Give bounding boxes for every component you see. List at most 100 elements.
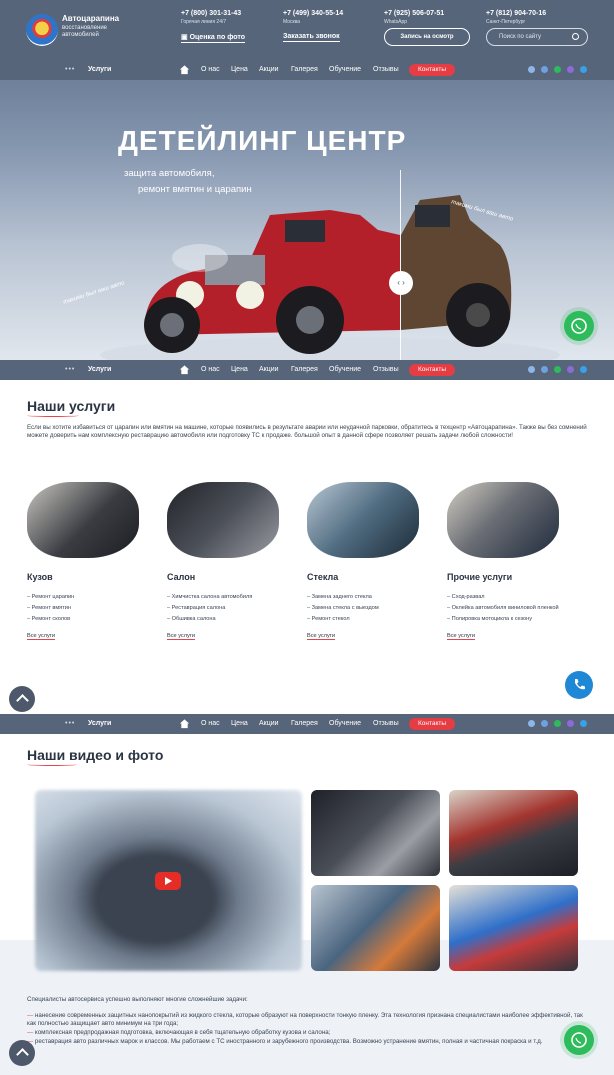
bottom-lead-text: Специалисты автосервиса успешно выполняю… — [27, 996, 248, 1003]
gallery-photo[interactable] — [311, 885, 440, 971]
all-services-link[interactable]: Все услуги — [167, 633, 195, 640]
sticky-nav: ••• Услуги О нас Цена Акции Галерея Обуч… — [0, 714, 614, 734]
nav-promos[interactable]: Акции — [259, 66, 279, 73]
viber-icon[interactable] — [567, 66, 574, 73]
telegram-icon[interactable] — [528, 366, 535, 373]
all-services-link[interactable]: Все услуги — [27, 633, 55, 640]
nav-reviews[interactable]: Отзывы — [373, 366, 399, 373]
telegram-icon[interactable] — [580, 66, 587, 73]
nav-contacts-button[interactable]: Контакты — [409, 718, 455, 730]
phone-moscow[interactable]: +7 (499) 340-55-14 Москва — [283, 10, 343, 25]
vk-icon[interactable] — [541, 720, 548, 727]
appointment-button[interactable]: Запись на осмотр — [384, 28, 470, 46]
nav-gallery[interactable]: Галерея — [291, 66, 318, 73]
service-link[interactable]: Ремонт вмятин — [27, 603, 74, 614]
service-title-salon[interactable]: Салон — [167, 572, 195, 582]
nav-contacts-button[interactable]: Контакты — [409, 64, 455, 76]
phone-number[interactable]: +7 (800) 301-31-43 — [181, 10, 241, 17]
logo-icon[interactable] — [26, 14, 58, 46]
home-icon[interactable] — [179, 718, 190, 729]
nav-contacts-button[interactable]: Контакты — [409, 364, 455, 376]
nav-services[interactable]: Услуги — [88, 720, 111, 727]
vk-icon[interactable] — [541, 66, 548, 73]
compare-slider-handle[interactable]: ‹ › — [389, 271, 413, 295]
phone-whatsapp[interactable]: +7 (925) 506-07-51 WhatsApp — [384, 10, 444, 25]
phone-number[interactable]: +7 (499) 340-55-14 — [283, 10, 343, 17]
nav-reviews[interactable]: Отзывы — [373, 66, 399, 73]
call-float-button[interactable] — [565, 671, 593, 699]
nav-training[interactable]: Обучение — [329, 66, 361, 73]
service-link[interactable]: Сход-развал — [447, 592, 559, 603]
whatsapp-icon[interactable] — [554, 366, 561, 373]
nav-services[interactable]: Услуги — [88, 66, 111, 73]
all-services-link[interactable]: Все услуги — [307, 633, 335, 640]
gallery-photo[interactable] — [311, 790, 440, 876]
scroll-up-button[interactable] — [9, 686, 35, 712]
home-icon[interactable] — [179, 364, 190, 375]
service-title-other[interactable]: Прочие услуги — [447, 572, 512, 582]
search-icon[interactable] — [572, 33, 579, 40]
telegram-icon[interactable] — [528, 720, 535, 727]
service-link[interactable]: Ремонт сколов — [27, 614, 74, 625]
photo-estimate-link[interactable]: ▣ Оценка по фото — [181, 33, 245, 43]
phone-spb[interactable]: +7 (812) 904-70-16 Санкт-Петербург — [486, 10, 546, 25]
scroll-up-button[interactable] — [9, 1040, 35, 1066]
menu-dots-icon[interactable]: ••• — [65, 366, 75, 373]
viber-icon[interactable] — [567, 366, 574, 373]
gallery-photo[interactable] — [449, 790, 578, 876]
service-image-other[interactable] — [447, 482, 559, 558]
whatsapp-float-button[interactable] — [564, 311, 594, 341]
nav-about[interactable]: О нас — [201, 720, 220, 727]
service-link[interactable]: Химчистка салона автомобиля — [167, 592, 253, 603]
nav-price[interactable]: Цена — [231, 66, 248, 73]
service-link[interactable]: Ремонт стекол — [307, 614, 379, 625]
service-image-salon[interactable] — [167, 482, 279, 558]
service-link[interactable]: Обшивка салона — [167, 614, 252, 625]
nav-price[interactable]: Цена — [231, 720, 248, 727]
nav-reviews[interactable]: Отзывы — [373, 720, 399, 727]
service-link[interactable]: Замена стекла с выездом — [307, 603, 379, 614]
service-title-body[interactable]: Кузов — [27, 572, 53, 582]
nav-services[interactable]: Услуги — [88, 366, 111, 373]
menu-dots-icon[interactable]: ••• — [65, 720, 75, 727]
telegram-icon[interactable] — [528, 66, 535, 73]
nav-gallery[interactable]: Галерея — [291, 720, 318, 727]
callback-link[interactable]: Заказать звонок — [283, 33, 340, 42]
telegram-icon[interactable] — [580, 366, 587, 373]
service-list-glass: Замена заднего стекла Замена стекла с вы… — [307, 592, 379, 625]
gallery-photo[interactable] — [449, 885, 578, 971]
whatsapp-icon — [571, 318, 587, 334]
service-link[interactable]: Реставрация салона — [167, 603, 252, 614]
nav-about[interactable]: О нас — [201, 66, 220, 73]
viber-icon[interactable] — [567, 720, 574, 727]
services-title: Наши услуги — [27, 398, 116, 414]
service-link[interactable]: Ремонт царапин — [27, 592, 75, 603]
service-link[interactable]: Оклейка автомобиля виниловой пленкой — [447, 603, 559, 614]
nav-training[interactable]: Обучение — [329, 366, 361, 373]
nav-promos[interactable]: Акции — [259, 366, 279, 373]
telegram-icon[interactable] — [580, 720, 587, 727]
phone-number[interactable]: +7 (925) 506-07-51 — [384, 10, 444, 17]
search-input[interactable]: Поиск по сайту — [486, 28, 588, 46]
nav-training[interactable]: Обучение — [329, 720, 361, 727]
service-image-body[interactable] — [27, 482, 139, 558]
phone-number[interactable]: +7 (812) 904-70-16 — [486, 10, 546, 17]
service-link[interactable]: Полировка мотоцикла к сезону — [447, 614, 559, 625]
nav-price[interactable]: Цена — [231, 366, 248, 373]
nav-about[interactable]: О нас — [201, 366, 220, 373]
menu-dots-icon[interactable]: ••• — [65, 66, 75, 73]
home-icon[interactable] — [179, 64, 190, 75]
phone-hotline[interactable]: +7 (800) 301-31-43 Горячая линия 24/7 — [181, 10, 241, 25]
whatsapp-icon[interactable] — [554, 66, 561, 73]
bottom-bullet: — нанесение современных защитных нанопок… — [27, 1012, 583, 1028]
play-icon[interactable] — [155, 872, 181, 890]
vk-icon[interactable] — [541, 366, 548, 373]
whatsapp-icon[interactable] — [554, 720, 561, 727]
whatsapp-float-button[interactable] — [564, 1025, 594, 1055]
all-services-link[interactable]: Все услуги — [447, 633, 475, 640]
nav-promos[interactable]: Акции — [259, 720, 279, 727]
nav-gallery[interactable]: Галерея — [291, 366, 318, 373]
service-link[interactable]: Замена заднего стекла — [307, 592, 379, 603]
service-image-glass[interactable] — [307, 482, 419, 558]
service-title-glass[interactable]: Стекла — [307, 572, 338, 582]
